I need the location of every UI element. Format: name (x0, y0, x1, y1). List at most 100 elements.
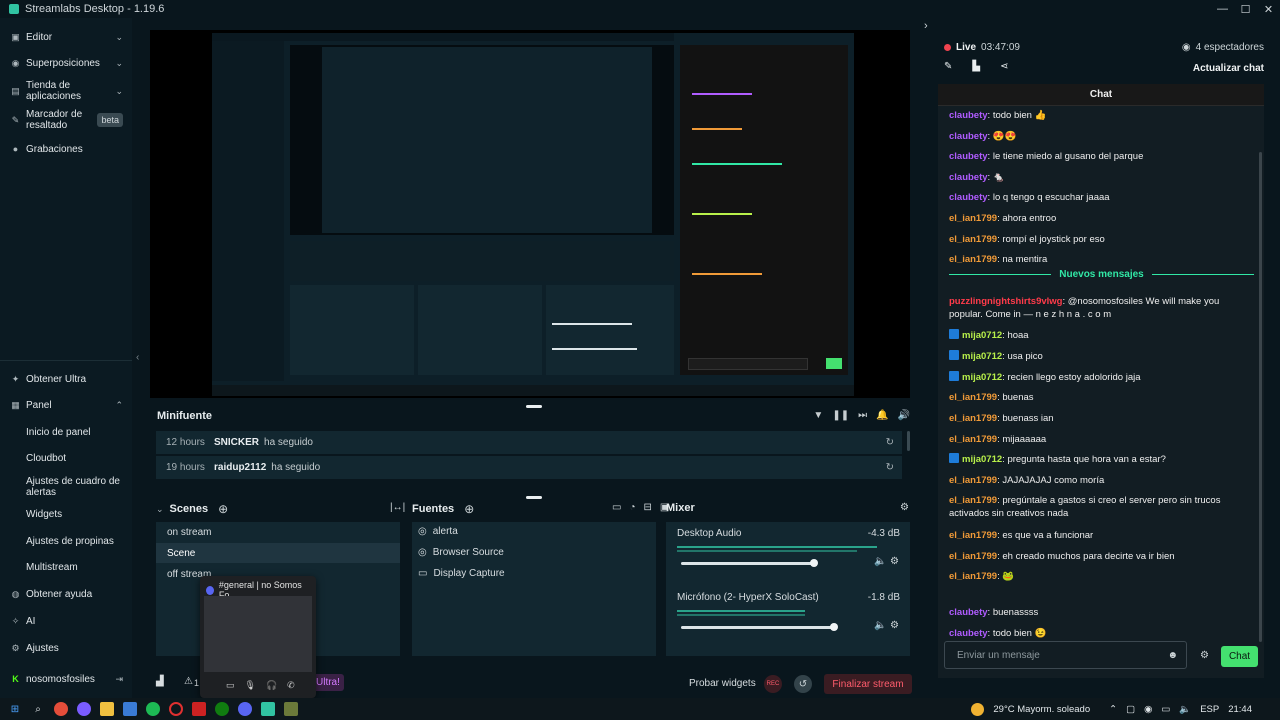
chat-username[interactable]: el_ian1799 (949, 413, 997, 424)
sidebar-item-widgets[interactable]: Widgets (0, 507, 132, 521)
warning-icon[interactable]: ⚠ (184, 676, 193, 687)
sidebar-item-cloudbot[interactable]: Cloudbot (0, 451, 132, 465)
chat-username[interactable]: claubety (949, 628, 988, 639)
update-chat-button[interactable]: Actualizar chat (1193, 63, 1264, 74)
scene-item-selected[interactable]: Scene (156, 543, 400, 563)
bell-icon[interactable]: 🔔 (876, 410, 888, 421)
language-indicator[interactable]: ESP (1200, 704, 1219, 715)
microphone-icon[interactable]: 🎙 (245, 680, 256, 691)
speaker-icon[interactable]: 🔈 (1179, 704, 1191, 715)
record-button[interactable]: REC (764, 675, 782, 693)
chat-username[interactable]: el_ian1799 (949, 495, 997, 506)
xbox-icon[interactable] (215, 702, 229, 716)
speaker-icon[interactable]: 🔈 (874, 556, 886, 567)
feed-scrollbar[interactable] (907, 431, 910, 451)
disconnect-icon[interactable]: ✆ (287, 680, 295, 691)
replay-icon[interactable]: ↻ (886, 437, 894, 448)
chat-username[interactable]: el_ian1799 (949, 434, 997, 445)
chrome-icon[interactable] (54, 702, 68, 716)
volume-slider[interactable] (681, 626, 834, 629)
chat-send-button[interactable]: Chat (1221, 646, 1258, 667)
chat-username[interactable]: el_ian1799 (949, 530, 997, 541)
chat-username[interactable]: claubety (949, 172, 988, 183)
sidebar-item-help[interactable]: ◍ Obtener ayuda (0, 587, 132, 601)
discord-icon[interactable] (238, 702, 252, 716)
search-icon[interactable]: ⌕ (31, 702, 45, 716)
volume-icon[interactable]: 🔊 (898, 410, 910, 421)
weather-text[interactable]: 29°C Mayorm. soleado (993, 704, 1090, 715)
source-group-icon[interactable]: ▭ (612, 502, 621, 513)
logout-icon[interactable]: ⇥ (115, 674, 123, 685)
sidebar-item-overlays[interactable]: ◉ Superposiciones ⌄ (0, 56, 132, 70)
sidebar-item-recordings[interactable]: ● Grabaciones (0, 142, 132, 156)
discord-preview-popup[interactable]: #general | no Somos Fo... ▭ 🎙 🎧 ✆ (200, 576, 316, 698)
chat-username[interactable]: el_ian1799 (949, 213, 997, 224)
sidebar-item-dashboard-home[interactable]: Inicio de panel (0, 425, 132, 439)
sidebar-item-tip-settings[interactable]: Ajustes de propinas (0, 534, 132, 548)
headphones-icon[interactable]: 🎧 (266, 680, 277, 691)
app-icon[interactable] (77, 702, 91, 716)
test-widgets-button[interactable]: Probar widgets (689, 678, 756, 689)
pause-icon[interactable]: ❚❚ (832, 410, 849, 421)
tray-app-icon[interactable]: ◉ (1144, 704, 1152, 715)
chat-username[interactable]: el_ian1799 (949, 475, 997, 486)
chat-username[interactable]: mija0712 (962, 372, 1002, 383)
source-audio-icon[interactable]: ◔ (629, 502, 635, 513)
volume-slider-knob[interactable] (809, 559, 818, 567)
store-icon[interactable] (123, 702, 137, 716)
chevron-down-icon[interactable]: ⌄ (156, 504, 164, 515)
skip-icon[interactable]: ⏭ (858, 410, 867, 421)
chat-settings-icon[interactable]: ⚙ (1200, 650, 1209, 661)
mixer-settings-icon[interactable]: ⚙ (900, 502, 909, 513)
clip-icon[interactable]: ▙ (972, 61, 980, 72)
chat-username[interactable]: claubety (949, 131, 988, 142)
file-explorer-icon[interactable] (100, 702, 114, 716)
chat-username[interactable]: mija0712 (962, 330, 1002, 341)
tray-chevron-icon[interactable]: ⌃ (1109, 704, 1117, 715)
sidebar-item-editor[interactable]: ▣ Editor ⌄ (0, 30, 132, 44)
chevron-down-icon[interactable]: ⌄ (115, 86, 123, 97)
sidebar-item-ultra[interactable]: ✦ Obtener Ultra (0, 372, 132, 386)
volume-slider-knob[interactable] (829, 623, 838, 631)
tray-app-icon[interactable]: ▢ (1126, 704, 1135, 715)
source-item[interactable]: ▭ Display Capture (418, 568, 505, 579)
scene-transition-icon[interactable]: |↔| (390, 502, 405, 513)
filter-icon[interactable]: ▼ (813, 410, 823, 421)
speaker-icon[interactable]: 🔈 (874, 620, 886, 631)
end-stream-button[interactable]: Finalizar stream (824, 674, 912, 694)
chat-username[interactable]: el_ian1799 (949, 571, 997, 582)
chat-username[interactable]: el_ian1799 (949, 392, 997, 403)
sidebar-item-dashboard[interactable]: ▦ Panel ⌃ (0, 398, 132, 412)
sidebar-item-ai[interactable]: ✧ AI (0, 614, 132, 628)
windows-start-icon[interactable]: ⊞ (8, 702, 22, 716)
app-icon[interactable] (192, 702, 206, 716)
streamlabs-icon[interactable] (261, 702, 275, 716)
sidebar-item-settings[interactable]: ⚙ Ajustes (0, 641, 132, 655)
chevron-down-icon[interactable]: ⌄ (115, 32, 123, 43)
chat-username[interactable]: el_ian1799 (949, 551, 997, 562)
sidebar-item-app-store[interactable]: ▤ Tienda de aplicaciones ⌄ (0, 78, 132, 104)
chat-username[interactable]: el_ian1799 (949, 254, 997, 265)
maximize-button[interactable]: ☐ (1234, 0, 1257, 18)
sidebar-item-alert-box[interactable]: Ajustes de cuadro de alertas (0, 474, 132, 500)
sidebar-item-highlighter[interactable]: ✎ Marcador de resaltado beta (0, 107, 132, 133)
ultra-promo-button[interactable]: Ultra! (312, 674, 344, 691)
minimize-button[interactable]: — (1211, 0, 1234, 18)
chat-username[interactable]: claubety (949, 110, 988, 121)
chevron-right-icon[interactable]: › (924, 20, 928, 32)
add-source-icon[interactable]: ⊕ (464, 502, 474, 516)
chat-username[interactable]: mija0712 (962, 454, 1002, 465)
sidebar-item-account[interactable]: K nosomosfosiles ⇥ (0, 672, 132, 686)
network-icon[interactable]: ▭ (1161, 704, 1170, 715)
collapse-sidebar-icon[interactable]: ‹ (136, 352, 139, 363)
chat-username[interactable]: claubety (949, 607, 988, 618)
share-icon[interactable]: ⋖ (1000, 61, 1008, 72)
source-link-icon[interactable]: ⊟ (644, 502, 652, 513)
chat-username[interactable]: claubety (949, 192, 988, 203)
replay-icon[interactable]: ↻ (886, 462, 894, 473)
channel-settings-icon[interactable]: ⚙ (890, 620, 899, 631)
chat-username[interactable]: claubety (949, 151, 988, 162)
chat-input[interactable]: Enviar un mensaje ☻ (944, 641, 1187, 669)
clock[interactable]: 21:44 (1228, 704, 1252, 715)
source-item[interactable]: ◎ Browser Source (418, 547, 504, 558)
